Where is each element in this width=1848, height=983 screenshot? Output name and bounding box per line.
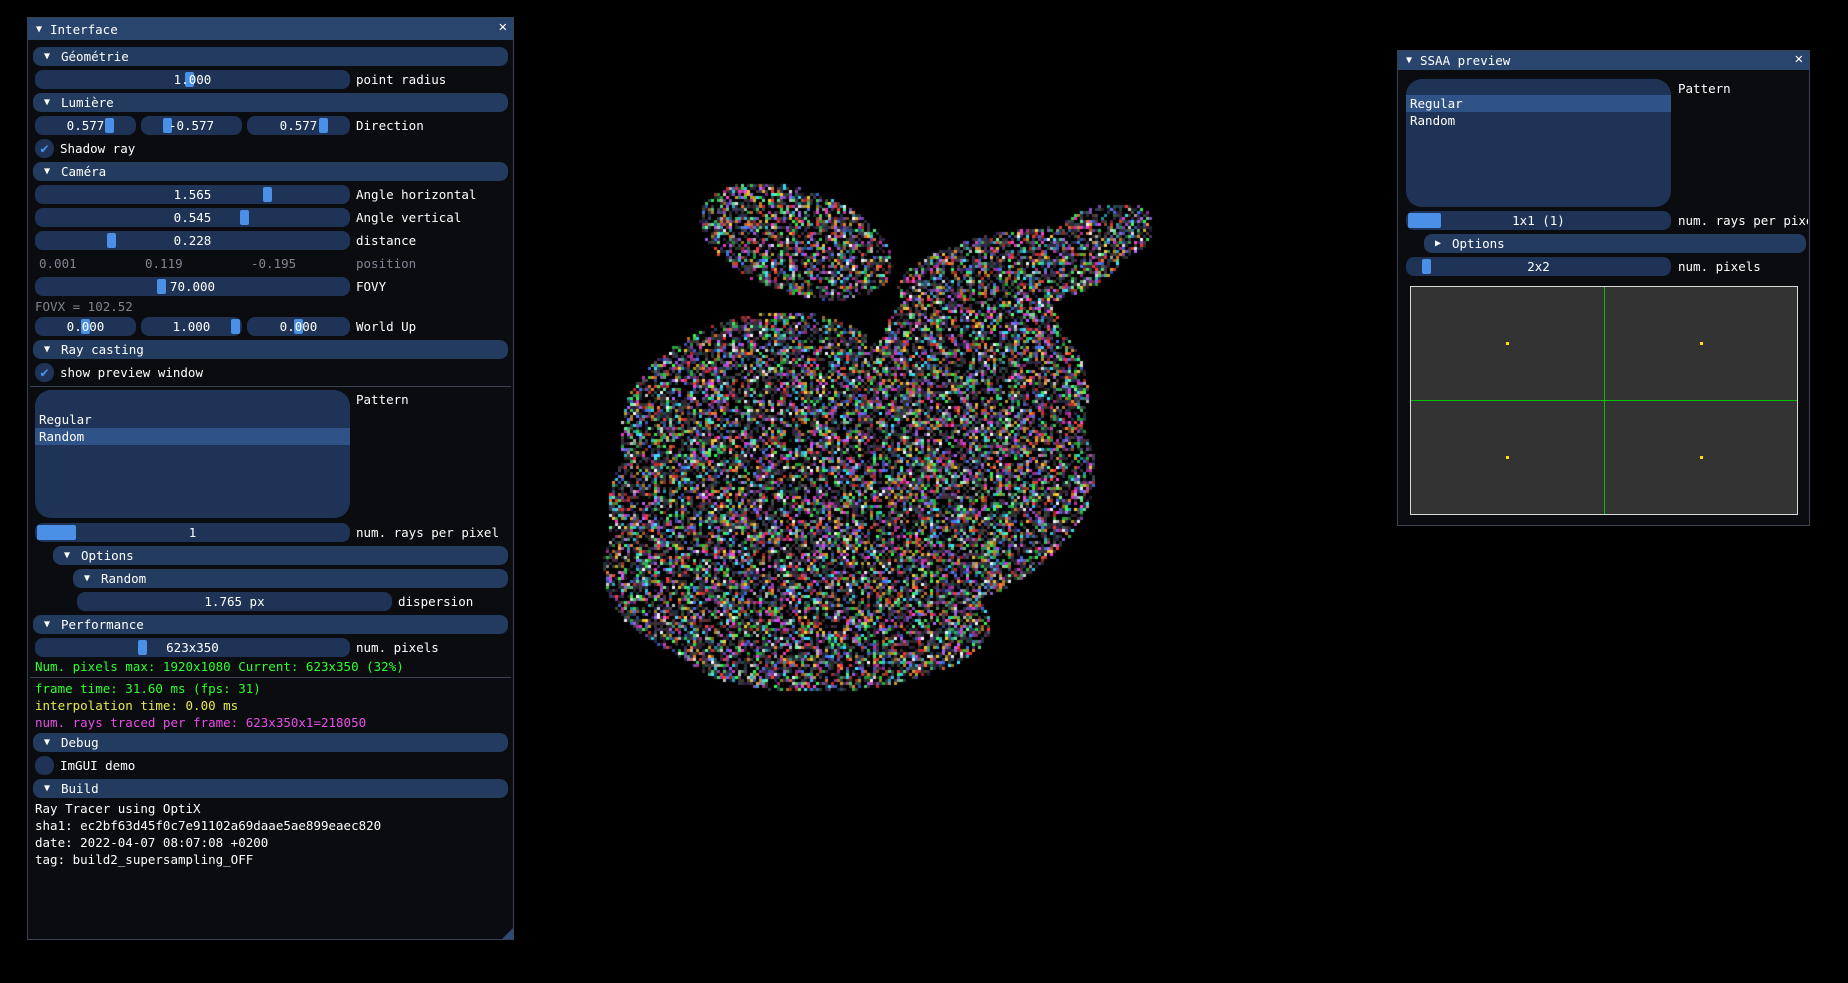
dispersion-slider[interactable]: 1.765 px	[77, 592, 392, 611]
ssaa-rays-per-pixel-slider[interactable]: 1x1 (1)	[1406, 211, 1671, 230]
debug-header[interactable]: ▼ Debug	[33, 733, 508, 752]
collapse-triangle-icon: ▼	[83, 573, 91, 584]
direction-x-slider[interactable]: 0.577	[35, 116, 136, 135]
build-date: date: 2022-04-07 08:07:08 +0200	[35, 835, 269, 850]
interface-title: Interface	[50, 21, 118, 37]
world-up-z-slider[interactable]: 0.000	[247, 317, 350, 336]
position-label: position	[356, 256, 417, 271]
build-tag: tag: build2_supersampling_OFF	[35, 852, 254, 867]
ssaa-num-pixels-slider[interactable]: 2x2	[1406, 257, 1671, 276]
imgui-demo-checkbox[interactable]: ImGUI demo	[35, 756, 135, 775]
random-header[interactable]: ▼ Random	[73, 569, 508, 588]
angle-vertical-slider[interactable]: 0.545	[35, 208, 350, 227]
camera-header[interactable]: ▼ Caméra	[33, 162, 508, 181]
sample-point	[1506, 342, 1509, 345]
close-icon[interactable]: ✕	[499, 19, 507, 35]
world-up-y-slider[interactable]: 1.000	[141, 317, 242, 336]
interpolation-time: interpolation time: 0.00 ms	[35, 698, 239, 713]
geometry-header[interactable]: ▼ Géométrie	[33, 47, 508, 66]
ssaa-rays-per-pixel-label: num. rays per pixel	[1678, 213, 1808, 228]
pattern-listbox[interactable]: Regular Random	[35, 390, 350, 518]
ssaa-pattern-label: Pattern	[1678, 81, 1731, 96]
build-sha: sha1: ec2bf63d45f0c7e91102a69daae5ae899e…	[35, 818, 382, 833]
dispersion-label: dispersion	[398, 594, 474, 609]
frame-time: frame time: 31.60 ms (fps: 31)	[35, 681, 261, 696]
point-radius-slider[interactable]: 1.000	[35, 70, 350, 89]
ssaa-num-pixels-label: num. pixels	[1678, 259, 1761, 274]
distance-label: distance	[356, 233, 417, 248]
pattern-option-regular[interactable]: Regular	[35, 411, 350, 428]
collapse-triangle-icon: ▼	[43, 51, 51, 62]
ssaa-title: SSAA preview	[1420, 53, 1511, 68]
angle-horizontal-label: Angle horizontal	[356, 187, 477, 202]
distance-slider[interactable]: 0.228	[35, 231, 350, 250]
checkbox-empty[interactable]	[35, 756, 54, 775]
pixels-info: Num. pixels max: 1920x1080 Current: 623x…	[35, 659, 404, 674]
sample-point	[1506, 456, 1509, 459]
direction-label: Direction	[356, 118, 424, 133]
pattern-option-random[interactable]: Random	[35, 428, 350, 445]
direction-y-slider[interactable]: -0.577	[141, 116, 242, 135]
rays-traced: num. rays traced per frame: 623x350x1=21…	[35, 715, 367, 730]
close-icon[interactable]: ✕	[1795, 51, 1803, 67]
collapse-triangle-icon: ▼	[43, 344, 51, 355]
world-up-label: World Up	[356, 319, 417, 334]
collapse-triangle-icon[interactable]: ▼	[1403, 55, 1415, 66]
direction-z-slider[interactable]: 0.577	[247, 116, 350, 135]
expand-triangle-icon: ▶	[1434, 238, 1442, 249]
fovy-slider[interactable]: 70.000	[35, 277, 350, 296]
fovy-label: FOVY	[356, 279, 387, 294]
angle-horizontal-slider[interactable]: 1.565	[35, 185, 350, 204]
ray-casting-header[interactable]: ▼ Ray casting	[33, 340, 508, 359]
world-up-x-slider[interactable]: 0.000	[35, 317, 136, 336]
resize-grip-icon[interactable]	[502, 928, 513, 939]
collapse-triangle-icon: ▼	[43, 166, 51, 177]
ssaa-title-bar[interactable]: ▼ SSAA preview ✕	[1398, 51, 1809, 70]
sample-point	[1700, 456, 1703, 459]
num-pixels-slider[interactable]: 623x350	[35, 638, 350, 657]
interface-title-bar[interactable]: ▼ Interface ✕	[28, 18, 513, 40]
checkmark-icon[interactable]: ✔	[35, 363, 54, 382]
fovx-readout: FOVX = 102.52	[35, 299, 133, 314]
point-radius-label: point radius	[356, 72, 447, 87]
grid-line-horizontal	[1411, 400, 1797, 401]
point-cloud-render[interactable]	[540, 160, 1160, 700]
show-preview-checkbox[interactable]: ✔ show preview window	[35, 363, 203, 382]
collapse-triangle-icon: ▼	[63, 550, 71, 561]
ssaa-pattern-listbox[interactable]: Regular Random	[1406, 79, 1671, 207]
angle-vertical-label: Angle vertical	[356, 210, 462, 225]
ssaa-pattern-option-random[interactable]: Random	[1406, 112, 1671, 129]
position-z-value: -0.195	[251, 256, 297, 271]
rays-per-pixel-slider[interactable]: 1	[35, 523, 350, 542]
pattern-label: Pattern	[356, 392, 409, 407]
collapse-triangle-icon: ▼	[43, 97, 51, 108]
separator	[30, 677, 511, 678]
ssaa-preview-window[interactable]: ▼ SSAA preview ✕ Regular Random Pattern …	[1397, 50, 1810, 526]
build-header[interactable]: ▼ Build	[33, 779, 508, 798]
collapse-triangle-icon: ▼	[43, 783, 51, 794]
performance-header[interactable]: ▼ Performance	[33, 615, 508, 634]
ssaa-pattern-option-regular[interactable]: Regular	[1406, 95, 1671, 112]
ssaa-sample-grid	[1410, 286, 1798, 515]
options-header[interactable]: ▼ Options	[53, 546, 508, 565]
shadow-ray-checkbox[interactable]: ✔ Shadow ray	[35, 139, 135, 158]
light-header[interactable]: ▼ Lumière	[33, 93, 508, 112]
ssaa-options-header[interactable]: ▶ Options	[1424, 234, 1806, 253]
sample-point	[1700, 342, 1703, 345]
num-pixels-label: num. pixels	[356, 640, 439, 655]
checkmark-icon[interactable]: ✔	[35, 139, 54, 158]
position-x-value: 0.001	[39, 256, 77, 271]
separator	[30, 386, 511, 387]
collapse-triangle-icon: ▼	[43, 619, 51, 630]
collapse-triangle-icon: ▼	[43, 737, 51, 748]
position-y-value: 0.119	[145, 256, 183, 271]
interface-window[interactable]: ▼ Interface ✕ ▼ Géométrie 1.000 point ra…	[27, 17, 514, 940]
rays-per-pixel-label: num. rays per pixel	[356, 525, 499, 540]
collapse-triangle-icon[interactable]: ▼	[33, 24, 45, 35]
build-line: Ray Tracer using OptiX	[35, 801, 201, 816]
